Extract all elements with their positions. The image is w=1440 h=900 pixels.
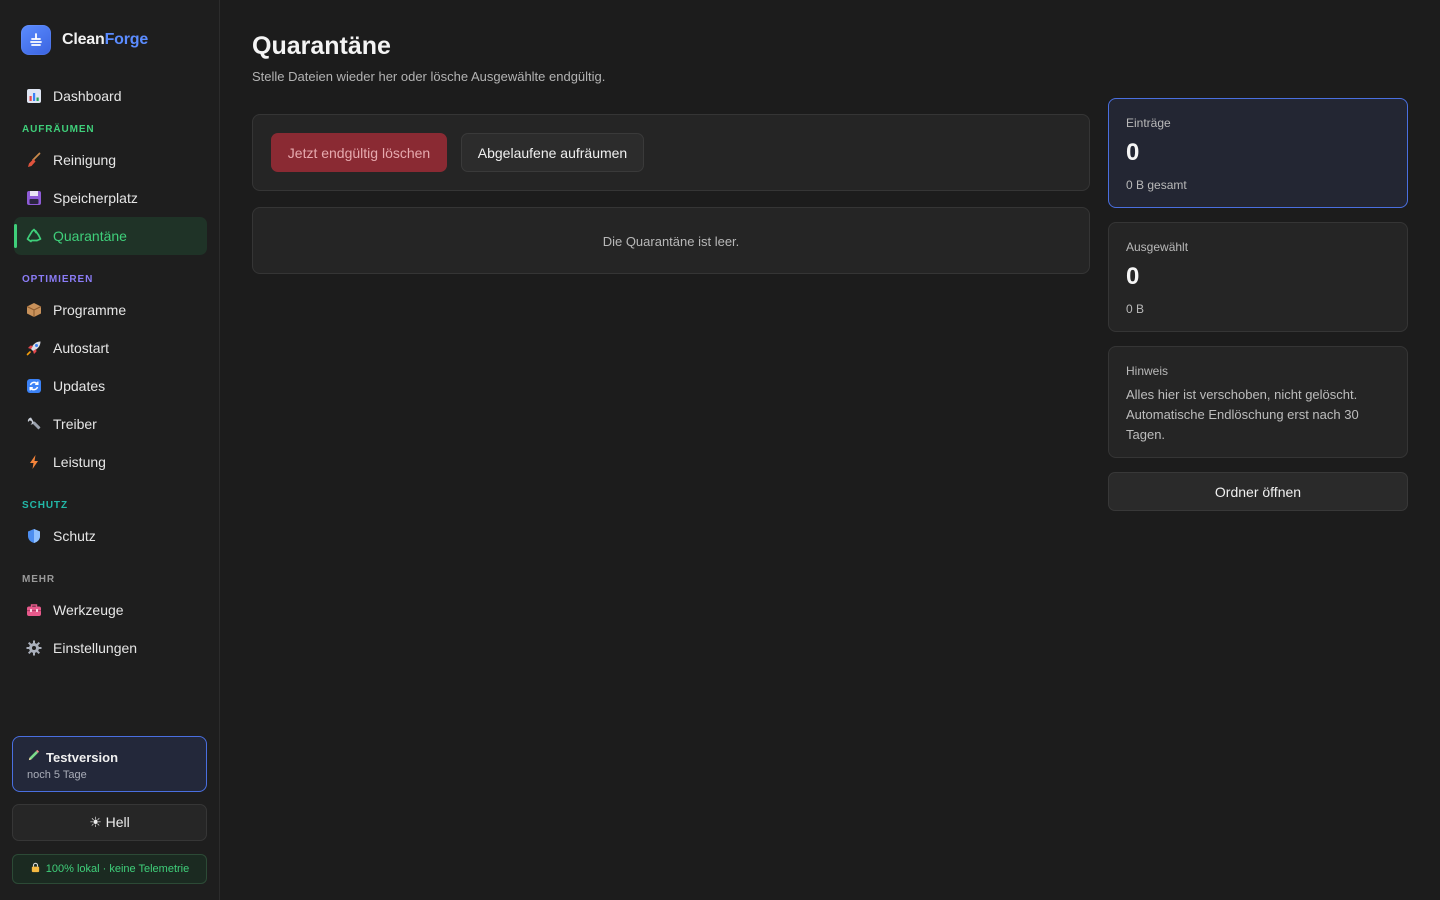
sidebar-item-dashboard[interactable]: Dashboard: [14, 77, 207, 115]
brand-name-part1: Clean: [62, 31, 105, 48]
sidebar-item-label: Quarantäne: [53, 228, 127, 244]
brand[interactable]: CleanForge: [21, 25, 148, 55]
open-folder-button[interactable]: Ordner öffnen: [1108, 472, 1408, 511]
sidebar-item-label: Einstellungen: [53, 640, 138, 656]
theme-toggle-button[interactable]: ☀ Hell: [12, 804, 207, 841]
recycle-icon: [26, 228, 42, 244]
privacy-badge: 100% lokal · keine Telemetrie: [12, 854, 207, 884]
stat-sub: 0 B: [1126, 302, 1145, 316]
sidebar-item-reinigung[interactable]: Reinigung: [14, 141, 207, 179]
privacy-badge-text: 100% lokal · keine Telemetrie: [45, 863, 190, 875]
stat-sub: 0 B gesamt: [1126, 178, 1187, 192]
delete-permanently-button[interactable]: Jetzt endgültig löschen: [271, 133, 447, 172]
note-text: Alles hier ist verschoben, nicht gelösch…: [1126, 387, 1359, 442]
broom-icon: [26, 152, 42, 168]
sidebar-item-speicherplatz[interactable]: Speicherplatz: [14, 179, 207, 217]
sidebar: CleanForge Dashboard AUFRÄUMEN Reinigung…: [0, 0, 220, 900]
entries-stat-card: Einträge 0 0 B gesamt: [1108, 98, 1408, 208]
lock-icon: [30, 862, 41, 876]
brand-name-part2: Forge: [104, 31, 149, 48]
wrench-icon: [26, 416, 42, 432]
sidebar-item-schutz[interactable]: Schutz: [14, 517, 207, 555]
rocket-icon: [26, 340, 42, 356]
chart-icon: [26, 88, 42, 104]
sidebar-item-label: Dashboard: [53, 88, 122, 104]
note-label: Hinweis: [1126, 364, 1169, 378]
cleanup-expired-button[interactable]: Abgelaufene aufräumen: [461, 133, 644, 172]
sidebar-item-treiber[interactable]: Treiber: [14, 405, 207, 443]
sidebar-item-quarantaene[interactable]: Quarantäne: [14, 217, 207, 255]
actions-card: Jetzt endgültig löschen Abgelaufene aufr…: [252, 114, 1090, 191]
app-logo-icon: [21, 25, 51, 55]
trial-days-left: noch 5 Tage: [27, 769, 87, 781]
page-title: Quarantäne: [252, 32, 391, 60]
shield-icon: [26, 528, 42, 544]
sidebar-section-mehr: MEHR: [22, 574, 56, 585]
pencil-icon: [27, 749, 40, 765]
note-card: Hinweis Alles hier ist verschoben, nicht…: [1108, 346, 1408, 458]
sidebar-item-label: Treiber: [53, 416, 97, 432]
empty-state-message: Die Quarantäne ist leer.: [602, 234, 740, 249]
page-subtitle: Stelle Dateien wieder her oder lösche Au…: [252, 69, 606, 84]
sidebar-item-label: Speicherplatz: [53, 190, 138, 206]
sidebar-section-schutz: SCHUTZ: [22, 500, 68, 511]
sidebar-item-label: Schutz: [53, 528, 96, 544]
stat-label: Ausgewählt: [1126, 240, 1189, 254]
quarantine-list: Die Quarantäne ist leer.: [252, 207, 1090, 274]
sidebar-item-label: Updates: [53, 378, 106, 394]
lightning-icon: [26, 454, 42, 470]
gear-icon: [26, 640, 42, 656]
stat-label: Einträge: [1126, 116, 1171, 130]
sidebar-item-label: Leistung: [53, 454, 106, 470]
refresh-icon: [26, 378, 42, 394]
stat-value: 0: [1126, 139, 1140, 166]
sidebar-item-autostart[interactable]: Autostart: [14, 329, 207, 367]
sidebar-section-aufraeumen: AUFRÄUMEN: [22, 124, 95, 135]
sidebar-section-optimieren: OPTIMIEREN: [22, 274, 94, 285]
trial-status-box[interactable]: Testversion noch 5 Tage: [12, 736, 207, 792]
sidebar-item-werkzeuge[interactable]: Werkzeuge: [14, 591, 207, 629]
sidebar-item-label: Programme: [53, 302, 127, 318]
floppy-disk-icon: [26, 190, 42, 206]
trial-title-text: Testversion: [46, 749, 119, 765]
sidebar-item-label: Autostart: [53, 340, 110, 356]
sidebar-item-label: Reinigung: [53, 152, 117, 168]
selected-stat-card: Ausgewählt 0 0 B: [1108, 222, 1408, 332]
sidebar-item-updates[interactable]: Updates: [14, 367, 207, 405]
toolbox-icon: [26, 602, 42, 618]
sidebar-item-programme[interactable]: Programme: [14, 291, 207, 329]
brand-name: CleanForge: [62, 31, 148, 49]
sidebar-item-einstellungen[interactable]: Einstellungen: [14, 629, 207, 667]
sidebar-item-label: Werkzeuge: [53, 602, 124, 618]
trial-title: Testversion: [27, 749, 194, 765]
sidebar-item-leistung[interactable]: Leistung: [14, 443, 207, 481]
stat-value: 0: [1126, 263, 1140, 290]
package-icon: [26, 302, 42, 318]
